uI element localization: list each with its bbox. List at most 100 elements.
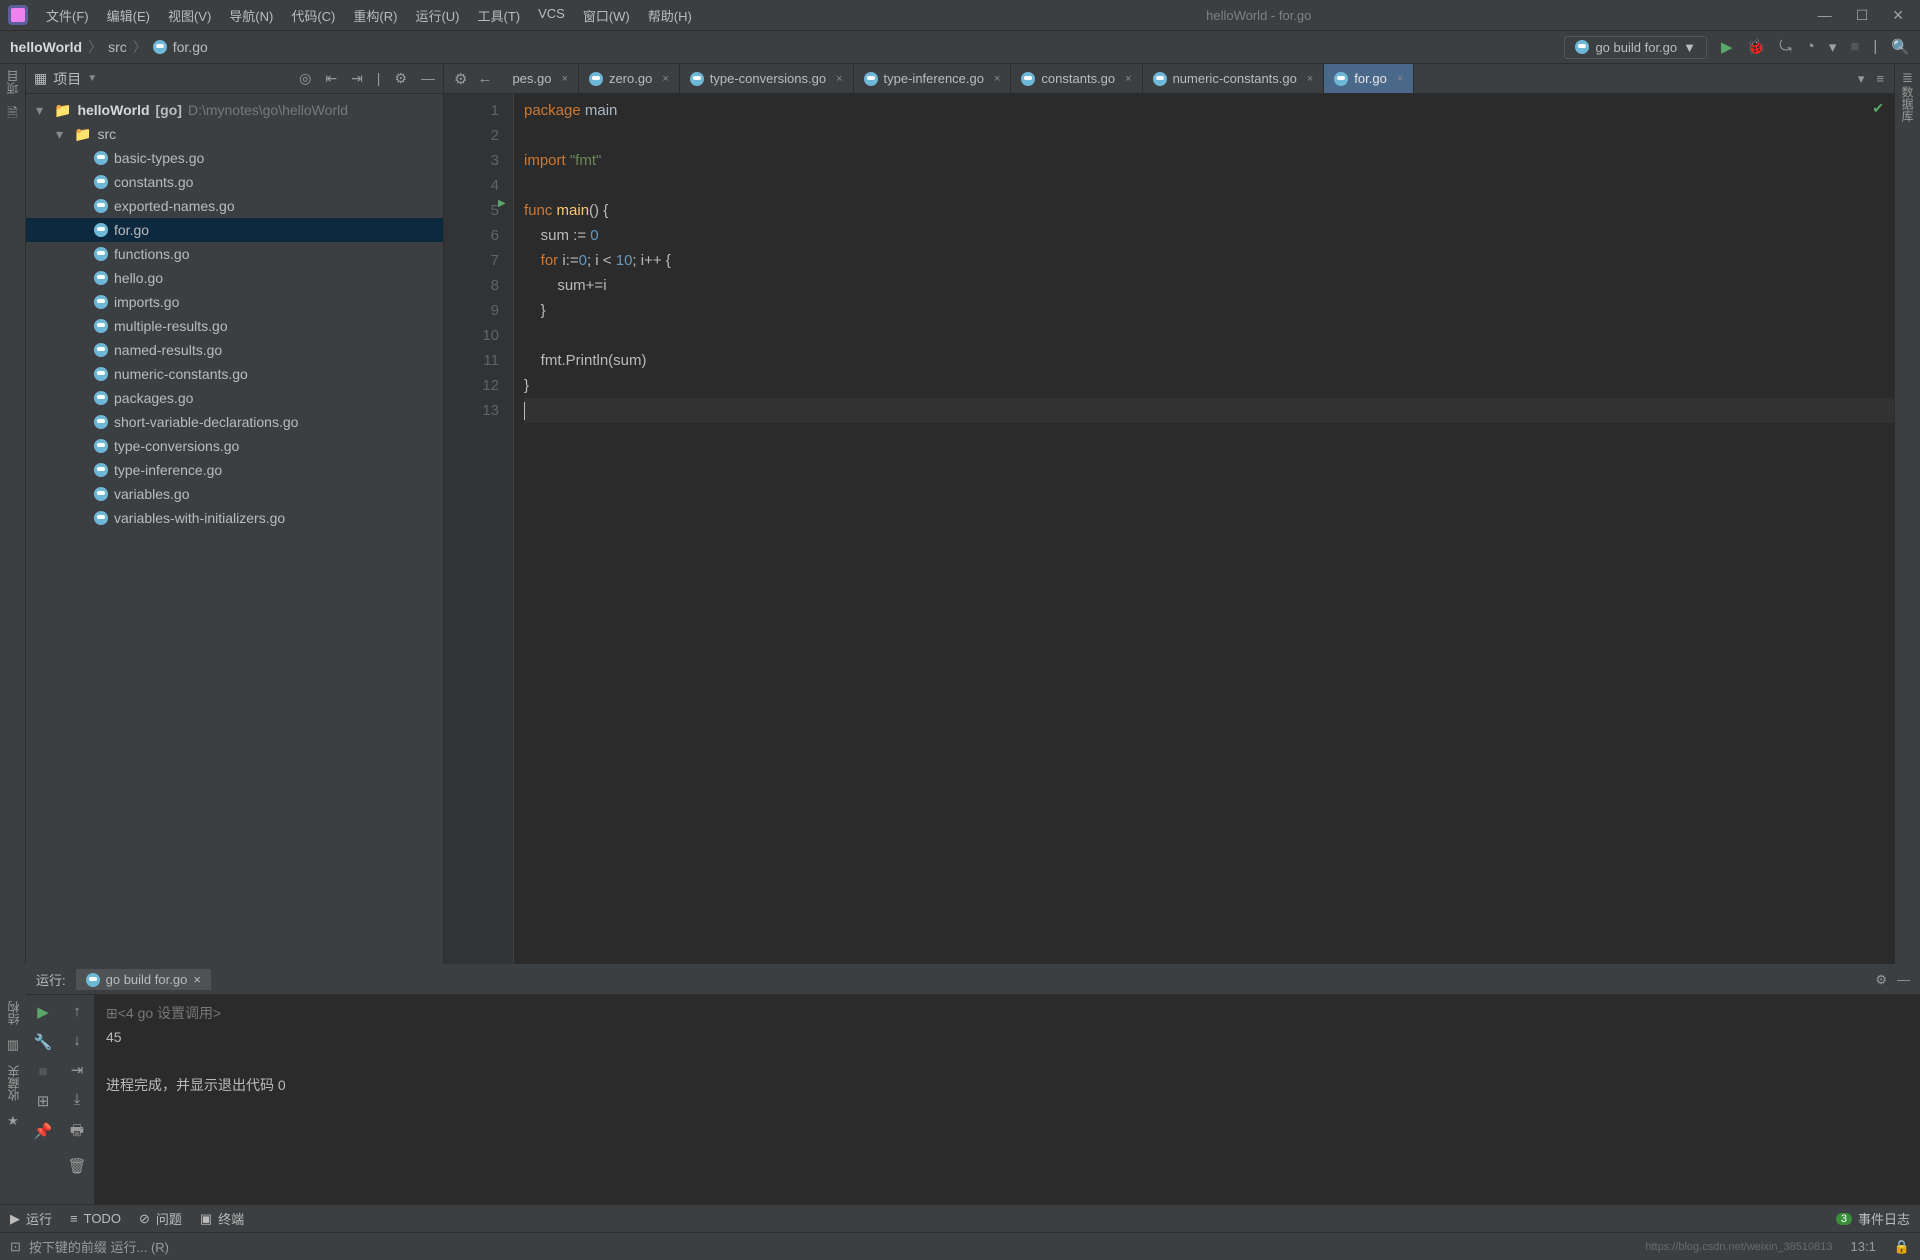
search-icon[interactable]: 🔍 xyxy=(1891,38,1910,56)
close-icon[interactable]: × xyxy=(1307,73,1313,85)
target-icon[interactable]: ◎ xyxy=(299,70,311,87)
expand-icon[interactable]: ⇥ xyxy=(351,70,363,87)
tree-row[interactable]: variables.go xyxy=(26,482,443,506)
run-tab[interactable]: go build for.go × xyxy=(76,969,211,990)
up-icon[interactable]: ↑ xyxy=(73,1003,81,1020)
tree-row[interactable]: ▾📁 src xyxy=(26,122,443,146)
editor-tab[interactable]: constants.go× xyxy=(1011,64,1142,93)
tree-row[interactable]: imports.go xyxy=(26,290,443,314)
stop-icon[interactable]: ■ xyxy=(38,1063,47,1080)
breadcrumb-file[interactable]: for.go xyxy=(173,39,208,55)
close-icon[interactable]: × xyxy=(1125,73,1131,85)
scroll-icon[interactable]: ⤓ xyxy=(74,1091,81,1108)
rail-project[interactable]: 项目 xyxy=(4,70,21,94)
tree-row[interactable]: exported-names.go xyxy=(26,194,443,218)
close-icon[interactable]: ✕ xyxy=(1892,7,1904,24)
editor-tab[interactable]: type-conversions.go× xyxy=(680,64,854,93)
rail-structure[interactable]: 结构 xyxy=(5,1001,22,1025)
tree-row[interactable]: basic-types.go xyxy=(26,146,443,170)
close-icon[interactable]: × xyxy=(1397,73,1403,85)
profile-icon[interactable]: ◔ xyxy=(1806,38,1815,56)
menu-item[interactable]: 窗口(W) xyxy=(575,2,638,29)
bottom-problems[interactable]: ⊘问题 xyxy=(139,1209,182,1228)
close-icon[interactable]: × xyxy=(193,972,201,987)
editor-tab[interactable]: type-inference.go× xyxy=(854,64,1012,93)
menu-item[interactable]: 编辑(E) xyxy=(99,2,158,29)
breadcrumb-folder[interactable]: src xyxy=(108,39,127,55)
hide-icon[interactable]: — xyxy=(1897,972,1910,987)
rail-favorites[interactable]: 收藏夹 xyxy=(5,1065,22,1101)
close-icon[interactable]: × xyxy=(836,73,842,85)
run-icon[interactable]: ▶ xyxy=(1721,38,1733,56)
collapse-icon[interactable]: ⇤ xyxy=(325,70,337,87)
run-output[interactable]: ⊞<4 go 设置调用> 45 进程完成，并显示退出代码 0 xyxy=(94,995,1920,1204)
maximize-icon[interactable]: ☐ xyxy=(1856,7,1869,24)
structure-icon[interactable]: ▥ xyxy=(7,1037,19,1053)
menu-icon[interactable]: ≡ xyxy=(1876,71,1884,86)
close-icon[interactable]: × xyxy=(662,73,668,85)
menu-item[interactable]: 视图(V) xyxy=(160,2,219,29)
run-config-selector[interactable]: go build for.go ▼ xyxy=(1564,36,1707,59)
wrench-icon[interactable]: 🔧 xyxy=(34,1033,53,1051)
softwrap-icon[interactable]: ⇥ xyxy=(71,1061,84,1079)
pin-icon[interactable]: 📌 xyxy=(34,1122,53,1140)
tree-row[interactable]: ▾📁 helloWorld [go] D:\mynotes\go\helloWo… xyxy=(26,98,443,122)
run-gutter-icon[interactable]: ▶ xyxy=(498,198,506,209)
minimize-icon[interactable]: — xyxy=(1818,7,1832,24)
coverage-icon[interactable]: ⤿ xyxy=(1779,38,1792,56)
chevron-down-icon[interactable]: ▾ xyxy=(1858,71,1865,87)
close-icon[interactable]: × xyxy=(562,73,568,85)
tree-row[interactable]: short-variable-declarations.go xyxy=(26,410,443,434)
down-icon[interactable]: ↓ xyxy=(73,1032,81,1049)
print-icon[interactable]: 🖶 xyxy=(70,1120,84,1145)
close-icon[interactable]: × xyxy=(994,73,1000,85)
tree-row[interactable]: variables-with-initializers.go xyxy=(26,506,443,530)
rerun-icon[interactable]: ▶ xyxy=(37,1003,49,1021)
debug-icon[interactable]: 🐞 xyxy=(1747,38,1766,56)
menu-item[interactable]: 导航(N) xyxy=(221,2,281,29)
chevron-down-icon[interactable]: ▼ xyxy=(87,73,97,84)
file-icon[interactable]: 🗎 xyxy=(7,104,17,126)
editor-tab[interactable]: numeric-constants.go× xyxy=(1143,64,1325,93)
bottom-terminal[interactable]: ▣终端 xyxy=(200,1209,244,1228)
project-sidebar: ▦项目▼ ◎ ⇤ ⇥ | ⚙ — ▾📁 helloWorld [go] D:\m… xyxy=(26,64,444,964)
bottom-run[interactable]: ▶运行 xyxy=(10,1209,52,1228)
rail-database[interactable]: 数据库 xyxy=(1899,86,1916,122)
prev-tab-icon[interactable]: ← xyxy=(477,70,492,87)
bottom-eventlog[interactable]: 3事件日志 xyxy=(1836,1209,1910,1228)
gear-icon[interactable]: ⚙ xyxy=(394,70,407,87)
bottom-todo[interactable]: ≡TODO xyxy=(70,1211,121,1226)
star-icon[interactable]: ★ xyxy=(7,1113,19,1129)
tree-row[interactable]: type-inference.go xyxy=(26,458,443,482)
gear-icon[interactable]: ⚙ xyxy=(1875,972,1887,988)
editor-tab[interactable]: pes.go× xyxy=(502,64,578,93)
lock-icon[interactable]: 🔒 xyxy=(1894,1239,1910,1255)
menu-item[interactable]: 工具(T) xyxy=(469,2,528,29)
layout-icon[interactable]: ⊞ xyxy=(37,1092,50,1110)
tree-row[interactable]: packages.go xyxy=(26,386,443,410)
tree-row[interactable]: multiple-results.go xyxy=(26,314,443,338)
tree-row[interactable]: numeric-constants.go xyxy=(26,362,443,386)
breadcrumb-project[interactable]: helloWorld xyxy=(10,39,82,55)
editor-tab[interactable]: zero.go× xyxy=(579,64,680,93)
gear-icon[interactable]: ⚙ xyxy=(454,70,467,88)
editor-tab[interactable]: for.go× xyxy=(1324,64,1414,93)
tree-row[interactable]: constants.go xyxy=(26,170,443,194)
menu-item[interactable]: 运行(U) xyxy=(407,2,467,29)
database-icon[interactable]: ≣ xyxy=(1902,70,1913,86)
menu-item[interactable]: 帮助(H) xyxy=(640,2,700,29)
menu-item[interactable]: VCS xyxy=(530,2,573,29)
chevron-down-icon[interactable]: ▾ xyxy=(1829,38,1837,56)
tree-row[interactable]: hello.go xyxy=(26,266,443,290)
hide-icon[interactable]: — xyxy=(421,70,435,87)
code-editor[interactable]: ▶ 12345678910111213 ✔ package mainimport… xyxy=(444,94,1894,964)
menu-item[interactable]: 代码(C) xyxy=(283,2,343,29)
tree-row[interactable]: for.go xyxy=(26,218,443,242)
tree-row[interactable]: named-results.go xyxy=(26,338,443,362)
menu-item[interactable]: 文件(F) xyxy=(38,2,97,29)
tree-row[interactable]: type-conversions.go xyxy=(26,434,443,458)
stop-icon[interactable]: ■ xyxy=(1850,38,1859,56)
tree-row[interactable]: functions.go xyxy=(26,242,443,266)
clear-icon[interactable]: 🗑 xyxy=(67,1157,86,1175)
menu-item[interactable]: 重构(R) xyxy=(345,2,405,29)
